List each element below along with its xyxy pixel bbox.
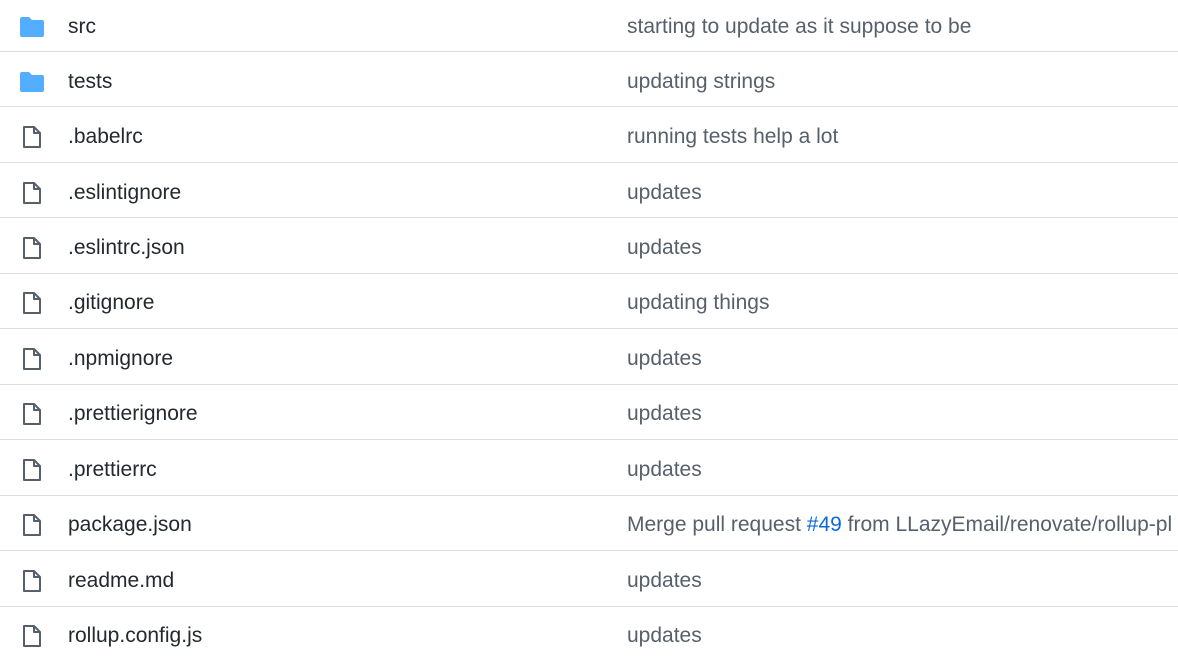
commit-message[interactable]: updates [627, 457, 702, 483]
commit-message-prefix[interactable]: Merge pull request [627, 513, 807, 536]
file-icon [23, 625, 41, 647]
file-name-link[interactable]: .gitignore [68, 290, 154, 316]
commit-message[interactable]: updating things [627, 290, 769, 316]
commit-message[interactable]: updates [627, 623, 702, 649]
file-row[interactable]: src starting to update as it suppose to … [0, 0, 1178, 55]
file-name-link[interactable]: .eslintrc.json [68, 235, 185, 261]
file-row[interactable]: .eslintrc.json updates [0, 217, 1178, 272]
pull-request-link[interactable]: #49 [807, 513, 842, 536]
file-row[interactable]: .eslintignore updates [0, 162, 1178, 217]
file-icon [23, 126, 41, 148]
file-row[interactable]: rollup.config.js updates [0, 606, 1178, 657]
file-name-link[interactable]: .prettierrc [68, 457, 157, 483]
file-name-link[interactable]: package.json [68, 512, 192, 538]
file-row[interactable]: .prettierignore updates [0, 384, 1178, 439]
file-name-link[interactable]: tests [68, 69, 112, 95]
file-name-link[interactable]: src [68, 14, 96, 40]
file-list: src starting to update as it suppose to … [0, 0, 1178, 657]
file-row[interactable]: package.json Merge pull request #49 from… [0, 495, 1178, 550]
file-icon [23, 292, 41, 314]
commit-message[interactable]: updates [627, 401, 702, 427]
file-icon [23, 403, 41, 425]
commit-message[interactable]: running tests help a lot [627, 124, 838, 150]
commit-message[interactable]: starting to update as it suppose to be [627, 14, 971, 40]
folder-icon [20, 17, 44, 37]
file-name-link[interactable]: rollup.config.js [68, 623, 202, 649]
file-icon [23, 237, 41, 259]
file-name-link[interactable]: .prettierignore [68, 401, 198, 427]
file-name-link[interactable]: .npmignore [68, 346, 173, 372]
folder-icon [20, 72, 44, 92]
commit-message[interactable]: Merge pull request #49 from LLazyEmail/r… [627, 512, 1172, 538]
file-name-link[interactable]: readme.md [68, 568, 174, 594]
file-name-link[interactable]: .eslintignore [68, 180, 181, 206]
commit-message[interactable]: updates [627, 568, 702, 594]
file-icon [23, 459, 41, 481]
file-row[interactable]: .npmignore updates [0, 328, 1178, 383]
file-icon [23, 514, 41, 536]
file-icon [23, 570, 41, 592]
commit-message[interactable]: updates [627, 235, 702, 261]
file-row[interactable]: .babelrc running tests help a lot [0, 106, 1178, 161]
file-row[interactable]: readme.md updates [0, 550, 1178, 605]
commit-message[interactable]: updates [627, 180, 702, 206]
file-icon [23, 348, 41, 370]
commit-message[interactable]: updates [627, 346, 702, 372]
file-row[interactable]: .prettierrc updates [0, 439, 1178, 494]
file-row[interactable]: tests updating strings [0, 51, 1178, 106]
commit-message[interactable]: updating strings [627, 69, 775, 95]
commit-message-suffix[interactable]: from LLazyEmail/renovate/rollup-pl [842, 513, 1172, 536]
file-row[interactable]: .gitignore updating things [0, 273, 1178, 328]
file-icon [23, 182, 41, 204]
file-name-link[interactable]: .babelrc [68, 124, 143, 150]
